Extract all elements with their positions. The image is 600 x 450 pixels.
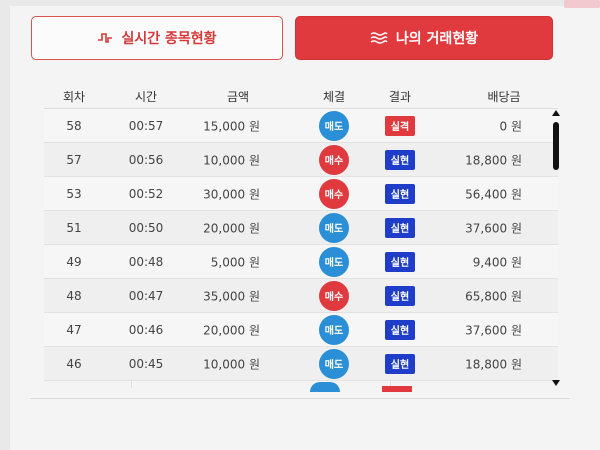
trade-badge: 매도 [319, 314, 349, 345]
table-row: 46 00:45 10,000 원 매도 실현 18,800 원 [44, 347, 558, 381]
amount-cell: 20,000 원 [203, 221, 260, 235]
time-cell: 00:52 [128, 186, 164, 201]
payout-cell: 18,800 원 [465, 357, 522, 371]
header-time: 시간 [134, 90, 158, 104]
header-round: 회차 [62, 90, 86, 104]
trade-table-body[interactable]: 58 00:57 15,000 원 매도 실격 0 원 57 00:56 10,000 원 매수 실… [44, 108, 558, 388]
table-row: 48 00:47 35,000 원 매수 실현 65,800 원 [44, 279, 558, 313]
tab-live-label: 실시간 종목현황 [121, 31, 217, 47]
trade-cell: 매도 [319, 246, 349, 277]
round-cell: 47 [66, 322, 82, 337]
amount-cell: 20,000 원 [203, 323, 260, 337]
scroll-thumb[interactable] [553, 122, 559, 170]
amount-cell: 35,000 원 [203, 289, 260, 303]
amount-cell: 10,000 원 [203, 153, 260, 167]
table-row: 58 00:57 15,000 원 매도 실격 0 원 [44, 109, 558, 143]
result-badge: 실현 [385, 285, 415, 306]
trade-badge: 매도 [319, 212, 349, 243]
trade-cell: 매수 [319, 144, 349, 175]
header-amount: 금액 [226, 90, 250, 104]
round-cell: 57 [66, 152, 82, 167]
round-cell: 46 [66, 356, 82, 371]
waves-icon [370, 31, 388, 45]
tab-live-status[interactable]: 실시간 종목현황 [31, 16, 283, 60]
amount-cell: 5,000 원 [210, 255, 260, 269]
trade-badge: 매수 [319, 280, 349, 311]
trade-badge: 매도 [319, 348, 349, 379]
payout-cell: 18,800 원 [465, 153, 522, 167]
time-cell: 00:47 [128, 288, 164, 303]
payout-cell: 37,600 원 [465, 221, 522, 235]
amount-cell: 15,000 원 [203, 119, 260, 133]
table-row: 57 00:56 10,000 원 매수 실현 18,800 원 [44, 143, 558, 177]
payout-cell: 65,800 원 [465, 289, 522, 303]
trade-cell: 매도 [319, 314, 349, 345]
scroll-down-arrow-icon[interactable] [552, 380, 560, 386]
table-row: 47 00:46 20,000 원 매도 실현 37,600 원 [44, 313, 558, 347]
result-cell: 실현 [385, 149, 415, 170]
result-cell: 실현 [385, 183, 415, 204]
result-badge: 실현 [385, 149, 415, 170]
tab-mine-label: 나의 거래현황 [395, 31, 479, 47]
partial-trade-badge [310, 382, 340, 392]
result-cell: 실현 [385, 353, 415, 374]
trade-cell: 매수 [319, 178, 349, 209]
trade-badge: 매수 [319, 144, 349, 175]
header-payout: 배당금 [487, 90, 521, 104]
time-cell: 00:56 [128, 152, 164, 167]
table-row: 51 00:50 20,000 원 매도 실현 37,600 원 [44, 211, 558, 245]
time-cell: 00:46 [128, 322, 164, 337]
time-cell: 00:57 [128, 118, 164, 133]
trade-cell: 매수 [319, 280, 349, 311]
result-badge: 실현 [385, 319, 415, 340]
table-row: 49 00:48 5,000 원 매도 실현 9,400 원 [44, 245, 558, 279]
result-badge: 실현 [385, 217, 415, 238]
trade-cell: 매도 [319, 348, 349, 379]
round-cell: 58 [66, 118, 82, 133]
partial-next-row [300, 382, 420, 394]
pulse-icon [97, 31, 113, 45]
result-badge: 실격 [385, 115, 415, 136]
result-cell: 실현 [385, 217, 415, 238]
result-cell: 실현 [385, 285, 415, 306]
payout-cell: 37,600 원 [465, 323, 522, 337]
amount-cell: 30,000 원 [203, 187, 260, 201]
table-header: 회차 시간 금액 체결 결과 배당금 [44, 88, 550, 108]
trade-badge: 매도 [319, 246, 349, 277]
round-cell: 49 [66, 254, 82, 269]
round-cell: 48 [66, 288, 82, 303]
time-cell: 00:50 [128, 220, 164, 235]
result-badge: 실현 [385, 353, 415, 374]
trade-badge: 매수 [319, 178, 349, 209]
payout-cell: 0 원 [499, 119, 523, 133]
table-row: 53 00:52 30,000 원 매수 실현 56,400 원 [44, 177, 558, 211]
tab-my-trades[interactable]: 나의 거래현황 [295, 16, 553, 60]
time-cell: 00:45 [128, 356, 164, 371]
trade-badge: 매도 [319, 110, 349, 141]
round-cell: 53 [66, 186, 82, 201]
payout-cell: 9,400 원 [472, 255, 522, 269]
result-cell: 실격 [385, 115, 415, 136]
scroll-up-arrow-icon[interactable] [552, 110, 560, 116]
result-cell: 실현 [385, 251, 415, 272]
divider [30, 398, 570, 399]
result-cell: 실현 [385, 319, 415, 340]
result-badge: 실현 [385, 183, 415, 204]
round-cell: 51 [66, 220, 82, 235]
table-scrollbar[interactable] [552, 110, 560, 386]
trade-cell: 매도 [319, 110, 349, 141]
result-badge: 실현 [385, 251, 415, 272]
payout-cell: 56,400 원 [465, 187, 522, 201]
trade-cell: 매도 [319, 212, 349, 243]
header-result: 결과 [388, 90, 412, 104]
amount-cell: 10,000 원 [203, 357, 260, 371]
corner-decoration [564, 0, 600, 8]
partial-result-badge [382, 386, 412, 392]
time-cell: 00:48 [128, 254, 164, 269]
header-trade: 체결 [322, 90, 346, 104]
